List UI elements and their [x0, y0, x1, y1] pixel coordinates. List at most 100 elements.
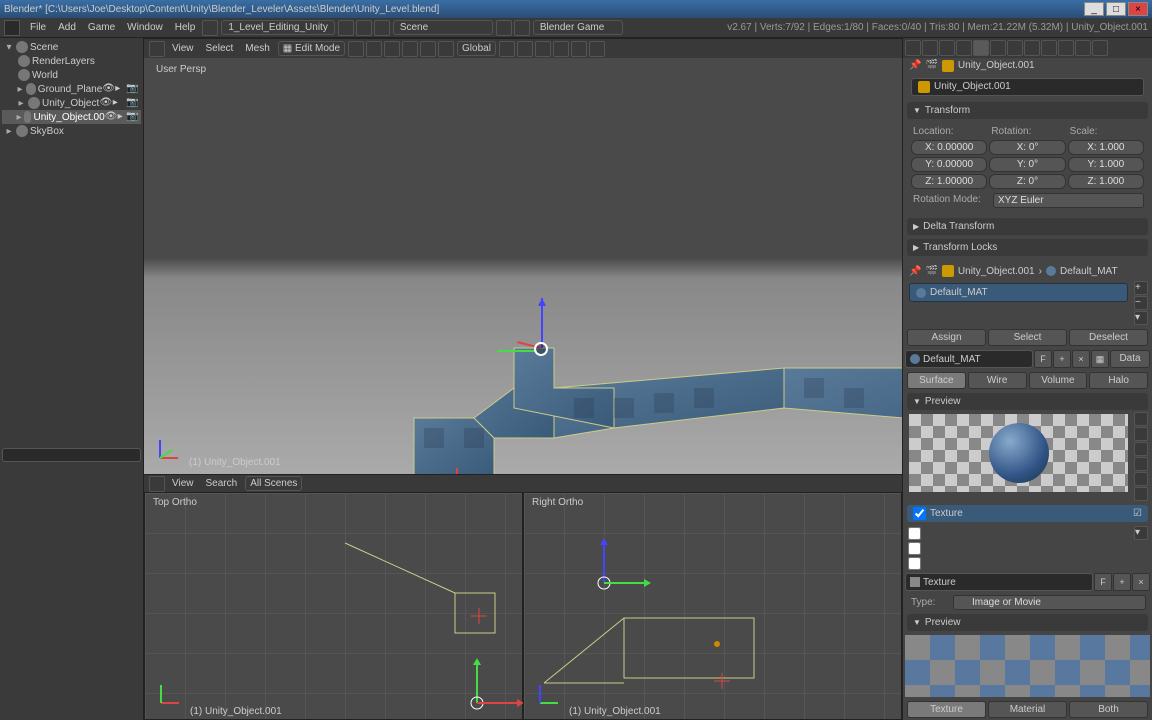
expand-icon[interactable]: ▸ — [4, 126, 14, 137]
visibility-icon[interactable]: 👁 — [100, 97, 112, 109]
rotation-z-field[interactable]: Z: 0° — [989, 174, 1065, 189]
wire-button[interactable]: Wire — [968, 372, 1027, 389]
layout-close-icon[interactable] — [338, 20, 354, 36]
deselect-button[interactable]: Deselect — [1069, 329, 1148, 346]
assign-button[interactable]: Assign — [907, 329, 986, 346]
tab-constraints[interactable] — [990, 40, 1006, 56]
visibility-icon[interactable]: 👁 — [102, 83, 114, 95]
volume-button[interactable]: Volume — [1029, 372, 1088, 389]
texture-type-dropdown[interactable]: Image or Movie — [953, 595, 1146, 610]
texture-slot-checkbox[interactable] — [908, 557, 921, 570]
manipulator-gizmo[interactable] — [596, 533, 656, 593]
tab-particles[interactable] — [1075, 40, 1091, 56]
fake-user-button[interactable]: F — [1094, 573, 1112, 591]
tab-scene[interactable] — [939, 40, 955, 56]
editor-type-icon[interactable] — [149, 476, 165, 492]
tab-modifiers[interactable] — [1007, 40, 1023, 56]
location-y-field[interactable]: Y: 0.00000 — [911, 157, 987, 172]
render-shade-icon[interactable] — [589, 41, 605, 57]
scale-z-field[interactable]: Z: 1.000 — [1068, 174, 1144, 189]
tab-data[interactable] — [1024, 40, 1040, 56]
panel-texpreview-header[interactable]: ▼Preview — [907, 614, 1148, 631]
blender-icon[interactable] — [4, 20, 20, 36]
tab-texture[interactable] — [1058, 40, 1074, 56]
menu-game[interactable]: Game — [82, 22, 121, 33]
select-button[interactable]: Select — [988, 329, 1067, 346]
pivot-icon[interactable] — [366, 41, 382, 57]
menu-select[interactable]: Select — [200, 43, 240, 54]
tab-renderlayers[interactable] — [922, 40, 938, 56]
cursor-3d[interactable] — [714, 673, 730, 689]
select-icon[interactable]: ▸ — [118, 111, 125, 123]
scene-add-icon[interactable] — [514, 20, 530, 36]
outliner-renderlayers[interactable]: RenderLayers — [2, 54, 141, 68]
texture-slot-checkbox[interactable] — [908, 527, 921, 540]
remove-slot-button[interactable]: − — [1134, 296, 1148, 310]
select-icon[interactable]: ▸ — [115, 83, 125, 95]
surface-button[interactable]: Surface — [907, 372, 966, 389]
nodes-button[interactable]: ▦ — [1091, 350, 1109, 368]
pin-icon[interactable]: 📌 — [909, 266, 921, 277]
material-slot[interactable]: Default_MAT — [909, 283, 1128, 302]
viewport-3d[interactable]: User Persp — [144, 58, 902, 474]
preview-both-button[interactable]: Both — [1069, 701, 1148, 718]
scale-y-field[interactable]: Y: 1.000 — [1068, 157, 1144, 172]
preview-cube-button[interactable] — [1134, 442, 1148, 456]
unlink-material-button[interactable]: × — [1072, 350, 1090, 368]
menu-window[interactable]: Window — [121, 22, 169, 33]
location-z-field[interactable]: Z: 1.00000 — [911, 174, 987, 189]
layout-add-icon[interactable] — [356, 20, 372, 36]
expand-icon[interactable]: ▸ — [16, 112, 22, 123]
render-engine-dropdown[interactable]: Blender Game — [533, 20, 623, 35]
tab-material[interactable] — [1041, 40, 1057, 56]
outliner-skybox[interactable]: ▸SkyBox — [2, 124, 141, 138]
scene-dropdown[interactable]: Scene — [393, 20, 493, 35]
cursor-3d[interactable] — [449, 468, 465, 474]
menu-help[interactable]: Help — [169, 22, 202, 33]
add-material-button[interactable]: + — [1053, 350, 1071, 368]
vertex-select-icon[interactable] — [384, 41, 400, 57]
menu-file[interactable]: File — [24, 22, 52, 33]
texture-slot[interactable]: Texture ☑ — [907, 505, 1148, 522]
pin-icon[interactable]: 📌 — [909, 60, 921, 71]
panel-transform-header[interactable]: ▼Transform — [907, 102, 1148, 119]
visibility-icon[interactable]: 👁 — [105, 111, 117, 123]
editor-type-icon[interactable] — [149, 41, 165, 57]
limit-selection-icon[interactable] — [438, 41, 454, 57]
orientation-dropdown[interactable]: Global — [457, 41, 496, 56]
unlink-texture-button[interactable]: × — [1132, 573, 1150, 591]
rotation-mode-dropdown[interactable]: XYZ Euler — [993, 193, 1144, 208]
texture-name-field[interactable]: Texture — [905, 573, 1093, 591]
add-slot-button[interactable]: + — [1134, 281, 1148, 295]
snap-icon[interactable] — [535, 41, 551, 57]
viewport-right[interactable]: Right Ortho (1) Unity_Object.001 — [523, 492, 902, 720]
rotation-x-field[interactable]: X: 0° — [989, 140, 1065, 155]
cursor-3d[interactable] — [471, 608, 487, 624]
halo-button[interactable]: Halo — [1089, 372, 1148, 389]
panel-transformlocks-header[interactable]: ▶Transform Locks — [907, 239, 1148, 256]
outliner-scene[interactable]: ▾Scene — [2, 40, 141, 54]
material-name-field[interactable]: Default_MAT — [905, 350, 1033, 368]
render-icon[interactable]: 📷 — [126, 97, 138, 109]
outliner-unityobject001[interactable]: ▸Unity_Object.00👁▸📷 — [2, 110, 141, 124]
texture-enable-checkbox[interactable] — [913, 507, 926, 520]
outliner-groundplane[interactable]: ▸Ground_Plane👁▸📷 — [2, 82, 141, 96]
tab-object[interactable] — [973, 40, 989, 56]
preview-flat-button[interactable] — [1134, 412, 1148, 426]
preview-monkey-button[interactable] — [1134, 457, 1148, 471]
snap-type-icon[interactable] — [553, 41, 569, 57]
close-button[interactable]: × — [1128, 2, 1148, 16]
preview-sky-button[interactable] — [1134, 487, 1148, 501]
screen-layout-icon[interactable] — [202, 20, 218, 36]
minimize-button[interactable]: _ — [1084, 2, 1104, 16]
scale-x-field[interactable]: X: 1.000 — [1068, 140, 1144, 155]
preview-sphere-button[interactable] — [1134, 427, 1148, 441]
prop-edit-icon[interactable] — [571, 41, 587, 57]
manipulator-gizmo[interactable] — [469, 653, 529, 713]
preview-material-button[interactable]: Material — [988, 701, 1067, 718]
render-icon[interactable]: 📷 — [126, 111, 138, 123]
menu-search[interactable]: Search — [200, 478, 244, 489]
texture-slot-enabled-icon[interactable]: ☑ — [1133, 508, 1142, 519]
manipulator-icon[interactable] — [499, 41, 515, 57]
expand-icon[interactable]: ▸ — [16, 84, 24, 95]
